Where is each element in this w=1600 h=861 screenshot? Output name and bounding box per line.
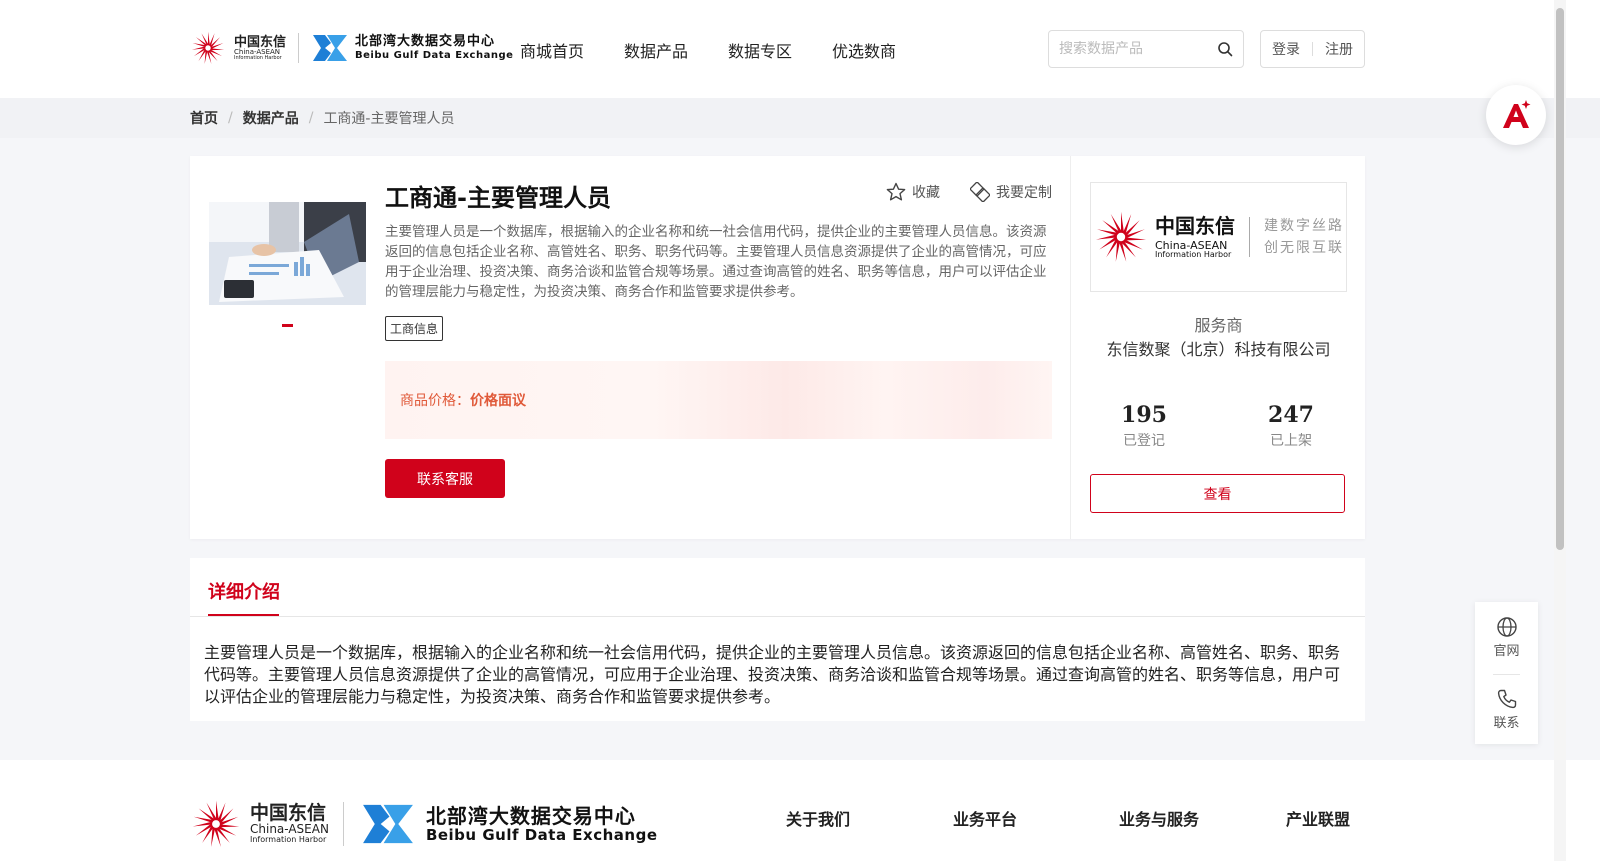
main-nav: 商城首页 数据产品 数据专区 优选数商 bbox=[520, 38, 896, 62]
provider-slogan-2: 创无限互联 bbox=[1264, 240, 1344, 256]
breadcrumb: 首页 / 数据产品 / 工商通-主要管理人员 bbox=[0, 98, 1600, 138]
favorite-button[interactable]: 收藏 bbox=[886, 182, 940, 202]
logo-cn-text: 中国东信 bbox=[234, 34, 287, 50]
product-card: 工商通-主要管理人员 收藏 我要定制 主要管理人员是一个数据库，根据输入的企业名… bbox=[190, 156, 1365, 539]
auth-divider bbox=[1312, 42, 1313, 56]
provider-logo-en-sub: Information Harbor bbox=[1155, 249, 1232, 259]
site-logo[interactable]: 中国东信 China-ASEAN Information Harbor 北部湾大… bbox=[190, 30, 513, 66]
auth-buttons: 登录 注册 bbox=[1260, 30, 1365, 68]
stat-listed: 247 已上架 bbox=[1251, 402, 1331, 450]
search-box bbox=[1048, 30, 1244, 68]
nav-item-preferred-vendors[interactable]: 优选数商 bbox=[832, 38, 896, 62]
customize-label: 我要定制 bbox=[996, 185, 1052, 201]
side-divider bbox=[1493, 674, 1520, 675]
breadcrumb-current: 工商通-主要管理人员 bbox=[323, 111, 455, 127]
stat-registered-label: 已登记 bbox=[1123, 433, 1165, 449]
main-content: 工商通-主要管理人员 收藏 我要定制 主要管理人员是一个数据库，根据输入的企业名… bbox=[0, 138, 1600, 760]
site-footer: 中国东信 China-ASEAN Information Harbor 北部湾大… bbox=[0, 760, 1600, 861]
globe-icon bbox=[1496, 617, 1517, 637]
search-input[interactable] bbox=[1059, 41, 1217, 57]
product-image[interactable] bbox=[209, 202, 366, 305]
register-button[interactable]: 注册 bbox=[1325, 39, 1353, 59]
breadcrumb-category[interactable]: 数据产品 bbox=[243, 108, 299, 128]
provider-name: 东信数聚（北京）科技有限公司 bbox=[1106, 340, 1331, 359]
site-header: 中国东信 China-ASEAN Information Harbor 北部湾大… bbox=[0, 0, 1600, 98]
stat-listed-label: 已上架 bbox=[1270, 433, 1312, 449]
breadcrumb-home[interactable]: 首页 bbox=[190, 108, 218, 128]
footer-link-services[interactable]: 业务与服务 bbox=[1119, 806, 1199, 830]
footer-logo-divider bbox=[342, 802, 344, 846]
nav-item-data-products[interactable]: 数据产品 bbox=[624, 38, 688, 62]
stat-listed-value: 247 bbox=[1268, 402, 1314, 428]
favorite-label: 收藏 bbox=[912, 185, 940, 201]
tab-detail-intro[interactable]: 详细介绍 bbox=[208, 578, 280, 604]
price-value: 价格面议 bbox=[470, 393, 526, 409]
nav-item-data-zone[interactable]: 数据专区 bbox=[728, 38, 792, 62]
provider-logo-divider bbox=[1249, 217, 1250, 257]
active-tab-indicator bbox=[208, 614, 279, 616]
phone-icon bbox=[1497, 689, 1516, 709]
side-website[interactable]: 官网 bbox=[1475, 616, 1538, 659]
footer-logo-en-sub: Information Harbor bbox=[250, 835, 327, 845]
detail-section: 详细介绍 主要管理人员是一个数据库，根据输入的企业名称和统一社会信用代码，提供企… bbox=[190, 558, 1365, 721]
footer-logo[interactable]: 中国东信 China-ASEAN Information Harbor 北部湾大… bbox=[190, 798, 658, 850]
stat-registered-value: 195 bbox=[1121, 402, 1167, 428]
product-description: 主要管理人员是一个数据库，根据输入的企业名称和统一社会信用代码，提供企业的主要管… bbox=[385, 224, 1047, 300]
china-asean-logo-icon bbox=[1095, 211, 1147, 262]
beibu-gulf-logo-icon bbox=[363, 804, 413, 844]
footer-link-platform[interactable]: 业务平台 bbox=[953, 806, 1017, 830]
side-contact-label: 联系 bbox=[1493, 716, 1520, 731]
china-asean-logo-icon bbox=[192, 800, 240, 847]
side-panel: 官网 联系 bbox=[1475, 602, 1538, 744]
card-divider bbox=[1070, 156, 1071, 539]
breadcrumb-separator: / bbox=[308, 110, 314, 126]
bbg-cn-text: 北部湾大数据交易中心 bbox=[355, 34, 496, 50]
footer-bbg-cn: 北部湾大数据交易中心 bbox=[425, 803, 636, 828]
footer-link-alliance[interactable]: 产业联盟 bbox=[1286, 806, 1350, 830]
provider-logo-en: China-ASEAN bbox=[1155, 238, 1228, 252]
bbg-en-text: Beibu Gulf Data Exchange bbox=[355, 49, 514, 61]
customize-button[interactable]: 我要定制 bbox=[970, 182, 1052, 202]
footer-link-about[interactable]: 关于我们 bbox=[786, 806, 850, 830]
china-asean-logo-icon bbox=[191, 31, 225, 64]
provider-logo: 中国东信 China-ASEAN Information Harbor 建数字丝… bbox=[1090, 182, 1347, 292]
ai-assistant-button[interactable] bbox=[1486, 85, 1546, 145]
provider-logo-cn: 中国东信 bbox=[1155, 213, 1235, 238]
footer-logo-cn: 中国东信 bbox=[250, 801, 327, 824]
logo-divider bbox=[298, 33, 300, 63]
scrollbar-thumb[interactable] bbox=[1556, 8, 1564, 550]
product-tag: 工商信息 bbox=[385, 316, 444, 341]
contact-service-button[interactable]: 联系客服 bbox=[385, 459, 505, 498]
side-contact[interactable]: 联系 bbox=[1475, 688, 1538, 731]
star-icon bbox=[886, 182, 906, 201]
provider-role: 服务商 bbox=[1194, 316, 1243, 335]
page-scrollbar[interactable] bbox=[1554, 0, 1566, 861]
nav-item-home[interactable]: 商城首页 bbox=[520, 38, 584, 62]
ai-assistant-icon bbox=[1503, 100, 1531, 128]
search-icon[interactable] bbox=[1217, 41, 1233, 57]
logo-en-sub-text: Information Harbor bbox=[234, 54, 282, 61]
customize-icon bbox=[970, 182, 990, 202]
footer-bbg-en: Beibu Gulf Data Exchange bbox=[425, 825, 658, 844]
price-label: 商品价格： bbox=[400, 393, 470, 409]
side-website-label: 官网 bbox=[1493, 644, 1520, 659]
product-photo-icon bbox=[209, 202, 366, 305]
carousel-indicator[interactable] bbox=[282, 324, 293, 327]
detail-tab-divider bbox=[190, 616, 1365, 617]
login-button[interactable]: 登录 bbox=[1272, 39, 1300, 59]
detail-text: 主要管理人员是一个数据库，根据输入的企业名称和统一社会信用代码，提供企业的主要管… bbox=[204, 643, 1341, 706]
price-box: 商品价格： 价格面议 bbox=[385, 361, 1052, 439]
view-provider-button[interactable]: 查看 bbox=[1090, 474, 1345, 513]
beibu-gulf-logo-icon bbox=[313, 35, 348, 61]
breadcrumb-separator: / bbox=[228, 110, 233, 126]
provider-slogan-1: 建数字丝路 bbox=[1264, 218, 1344, 234]
product-title: 工商通-主要管理人员 bbox=[385, 184, 611, 212]
stat-registered: 195 已登记 bbox=[1104, 402, 1184, 450]
